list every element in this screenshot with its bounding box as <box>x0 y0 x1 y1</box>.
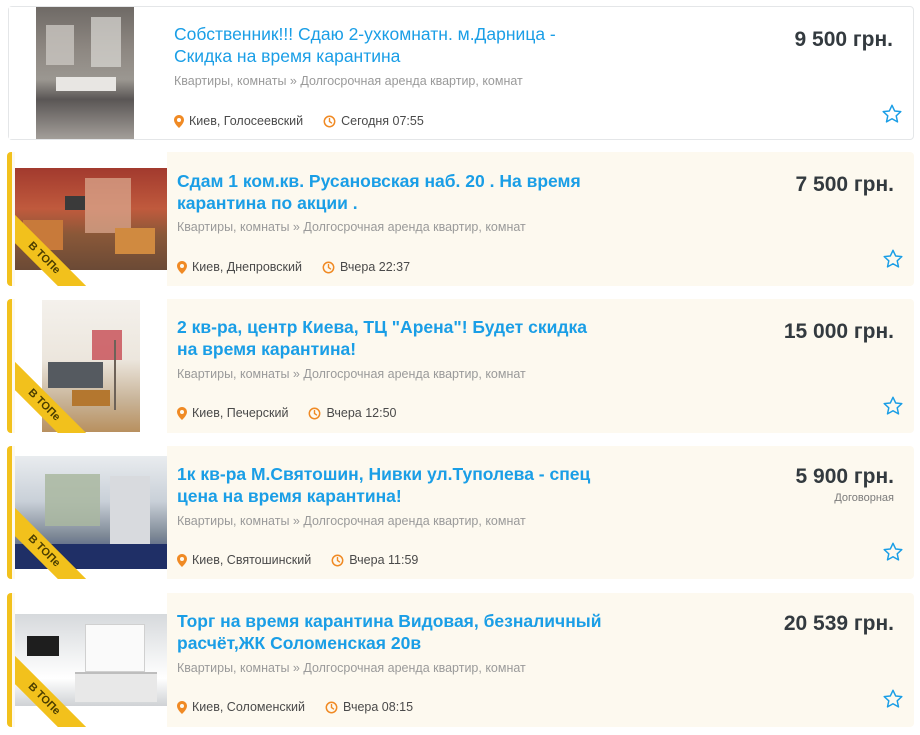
listing-time: Сегодня 07:55 <box>341 114 424 128</box>
listing-meta: Киев, Днепровский Вчера 22:37 <box>177 260 410 274</box>
favorite-star-icon[interactable] <box>882 541 904 563</box>
favorite-star-icon[interactable] <box>882 395 904 417</box>
listing-photo[interactable]: В ТОПе <box>15 152 167 286</box>
listing-title[interactable]: 1к кв-ра М.Святошин, Нивки ул.Туполева -… <box>177 463 607 507</box>
listing-title[interactable]: 2 кв-ра, центр Киева, ТЦ "Арена"! Будет … <box>177 316 607 360</box>
listing-card-promoted[interactable]: В ТОПе Торг на время карантина Видовая, … <box>7 593 914 727</box>
listing-meta: Киев, Святошинский Вчера 11:59 <box>177 553 418 567</box>
map-pin-icon <box>177 553 187 567</box>
listing-time: Вчера 11:59 <box>349 553 419 567</box>
favorite-star-icon[interactable] <box>882 688 904 710</box>
listing-card-promoted[interactable]: В ТОПе 1к кв-ра М.Святошин, Нивки ул.Туп… <box>7 446 914 579</box>
listing-card-promoted[interactable]: В ТОПе 2 кв-ра, центр Киева, ТЦ "Арена"!… <box>7 299 914 433</box>
listing-location: Киев, Соломенский <box>192 700 306 714</box>
map-pin-icon <box>177 406 187 420</box>
listing-price: 20 539 грн. <box>783 612 894 635</box>
listing-photo[interactable]: В ТОПе <box>15 299 167 433</box>
listing-card-promoted[interactable]: В ТОПе Сдам 1 ком.кв. Русановская наб. 2… <box>7 152 914 286</box>
listing-meta: Киев, Соломенский Вчера 08:15 <box>177 700 413 714</box>
clock-icon <box>323 115 336 127</box>
listing-photo[interactable] <box>9 7 161 139</box>
map-pin-icon <box>177 700 187 714</box>
listing-meta: Киев, Голосеевский Сегодня 07:55 <box>174 114 424 128</box>
map-pin-icon <box>177 260 187 274</box>
listing-location: Киев, Святошинский <box>192 553 312 567</box>
price-negotiable-label: Договорная <box>834 492 894 504</box>
listing-photo[interactable]: В ТОПе <box>15 593 167 727</box>
listing-time: Вчера 08:15 <box>343 700 414 714</box>
listing-time: Вчера 22:37 <box>339 260 411 274</box>
listing-category: Квартиры, комнаты » Долгосрочная аренда … <box>174 74 523 88</box>
favorite-star-icon[interactable] <box>882 248 904 270</box>
listing-category: Квартиры, комнаты » Долгосрочная аренда … <box>177 220 526 234</box>
listing-category: Квартиры, комнаты » Долгосрочная аренда … <box>177 514 526 528</box>
listing-location: Киев, Голосеевский <box>189 114 304 128</box>
listing-price: 7 500 грн. <box>795 173 894 196</box>
listing-price: 9 500 грн. <box>794 28 893 51</box>
listing-category: Квартиры, комнаты » Долгосрочная аренда … <box>177 661 526 675</box>
clock-icon <box>331 554 344 566</box>
listing-photo[interactable]: В ТОПе <box>15 446 167 579</box>
listing-title[interactable]: Собственник!!! Сдаю 2-ухкомнатн. м.Дарни… <box>174 23 604 67</box>
listing-price: 15 000 грн. <box>783 320 894 343</box>
clock-icon <box>322 261 335 273</box>
listing-list: Собственник!!! Сдаю 2-ухкомнатн. м.Дарни… <box>0 0 920 735</box>
map-pin-icon <box>174 114 184 128</box>
listing-location: Киев, Печерский <box>192 406 289 420</box>
listing-location: Киев, Днепровский <box>192 260 302 274</box>
listing-time: Вчера 12:50 <box>326 406 397 420</box>
favorite-star-icon[interactable] <box>881 103 903 125</box>
clock-icon <box>308 407 321 419</box>
listing-title[interactable]: Торг на время карантина Видовая, безнали… <box>177 610 607 654</box>
listing-title[interactable]: Сдам 1 ком.кв. Русановская наб. 20 . На … <box>177 170 607 214</box>
listing-card[interactable]: Собственник!!! Сдаю 2-ухкомнатн. м.Дарни… <box>8 6 914 140</box>
clock-icon <box>325 701 338 713</box>
listing-meta: Киев, Печерский Вчера 12:50 <box>177 406 396 420</box>
listing-price: 5 900 грн. <box>795 465 894 488</box>
listing-category: Квартиры, комнаты » Долгосрочная аренда … <box>177 367 526 381</box>
